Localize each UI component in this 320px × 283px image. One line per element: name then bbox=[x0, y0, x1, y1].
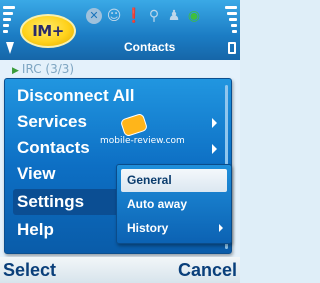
menu-item-label: Help bbox=[17, 220, 54, 239]
submenu-item-auto-away[interactable]: Auto away bbox=[121, 193, 227, 216]
presence-status-icons: ✕ ☺ ❗ ⚲ ♟ ◉ bbox=[86, 6, 202, 26]
settings-submenu: General Auto away History bbox=[116, 164, 232, 244]
battery-icon bbox=[228, 42, 236, 54]
antenna-icon bbox=[6, 42, 14, 54]
submenu-item-history[interactable]: History bbox=[121, 217, 227, 240]
cancel-softkey[interactable]: Cancel bbox=[178, 259, 237, 281]
contact-group-row[interactable]: ▶ IRC (3/3) bbox=[12, 62, 74, 76]
softkey-bar: Select Cancel bbox=[0, 257, 240, 283]
signal-strength-indicator bbox=[2, 4, 16, 56]
watermark-logo-icon bbox=[119, 112, 149, 138]
app-logo: IM+ bbox=[20, 14, 76, 48]
status-bar: IM+ ✕ ☺ ❗ ⚲ ♟ ◉ Contacts bbox=[0, 0, 240, 60]
menu-item-label: Settings bbox=[17, 192, 85, 211]
menu-item-label: Disconnect All bbox=[17, 86, 135, 105]
battery-indicator bbox=[224, 4, 238, 56]
expand-triangle-icon: ▶ bbox=[12, 66, 19, 76]
smiley-icon: ☺ bbox=[106, 8, 122, 24]
menu-item-label: View bbox=[17, 164, 56, 183]
submenu-arrow-icon bbox=[212, 144, 217, 154]
submenu-item-label: History bbox=[127, 221, 169, 235]
person-icon: ♟ bbox=[167, 8, 181, 24]
person-walking-icon: ⚲ bbox=[148, 8, 160, 24]
select-softkey[interactable]: Select bbox=[3, 259, 56, 281]
submenu-arrow-icon bbox=[219, 224, 223, 232]
submenu-item-general[interactable]: General bbox=[121, 169, 227, 192]
page-title: Contacts bbox=[124, 40, 176, 54]
menu-item-label: Contacts bbox=[17, 138, 90, 157]
watermark: mobile-review.com bbox=[100, 112, 210, 156]
submenu-item-label: General bbox=[127, 173, 172, 187]
menu-item-label: Services bbox=[17, 112, 87, 131]
app-logo-text: IM+ bbox=[32, 22, 64, 40]
watermark-text: mobile-review.com bbox=[100, 136, 185, 146]
contact-group-label: IRC (3/3) bbox=[21, 62, 75, 76]
eye-icon: ◉ bbox=[187, 8, 201, 24]
cross-icon: ✕ bbox=[86, 8, 102, 24]
submenu-item-label: Auto away bbox=[127, 197, 188, 211]
menu-item-disconnect-all[interactable]: Disconnect All bbox=[13, 83, 223, 109]
exclamation-icon: ❗ bbox=[125, 8, 143, 24]
submenu-arrow-icon bbox=[212, 118, 217, 128]
